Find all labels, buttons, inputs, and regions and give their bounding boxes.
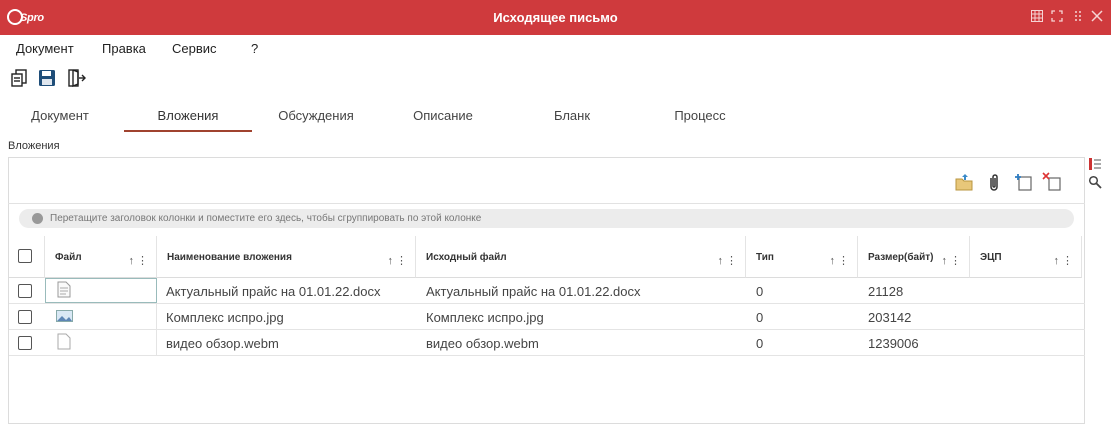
group-panel[interactable]: Перетащите заголовок колонки и поместите… bbox=[19, 209, 1074, 228]
file-type: 0 bbox=[756, 310, 764, 325]
source-file: Комплекс испро.jpg bbox=[426, 310, 544, 325]
row-checkbox[interactable] bbox=[18, 310, 32, 324]
close-icon[interactable] bbox=[1090, 10, 1104, 24]
tab-discussions[interactable]: Обсуждения bbox=[270, 108, 362, 123]
exit-icon[interactable] bbox=[67, 69, 87, 88]
search-icon[interactable] bbox=[1088, 175, 1102, 189]
menu-service[interactable]: Сервис bbox=[172, 41, 217, 56]
select-all-checkbox[interactable] bbox=[18, 249, 32, 263]
file-size: 21128 bbox=[868, 284, 904, 299]
sort-icon[interactable]: ↑ ⋮ bbox=[717, 254, 737, 267]
folder-upload-icon[interactable] bbox=[954, 172, 974, 192]
row-checkbox[interactable] bbox=[18, 284, 32, 298]
tab-process[interactable]: Процесс bbox=[665, 108, 735, 123]
table-row[interactable]: Актуальный прайс на 01.01.22.docx Актуал… bbox=[9, 278, 1085, 304]
file-type: 0 bbox=[756, 284, 764, 299]
active-tab-indicator bbox=[124, 130, 252, 132]
menu-edit[interactable]: Правка bbox=[102, 41, 146, 56]
row-checkbox[interactable] bbox=[18, 336, 32, 350]
column-header-file[interactable]: Файл ↑ ⋮ bbox=[45, 236, 157, 278]
column-header-source[interactable]: Исходный файл ↑ ⋮ bbox=[416, 236, 746, 278]
table-row[interactable]: Комплекс испро.jpg Комплекс испро.jpg 0 … bbox=[9, 304, 1085, 330]
window-title: Исходящее письмо bbox=[493, 10, 618, 25]
tab-description[interactable]: Описание bbox=[404, 108, 482, 123]
section-title: Вложения bbox=[8, 140, 60, 152]
title-bar: Spro Исходящее письмо bbox=[0, 0, 1111, 35]
attachment-name: видео обзор.webm bbox=[166, 336, 279, 351]
column-header-name[interactable]: Наименование вложения ↑ ⋮ bbox=[157, 236, 416, 278]
source-file: видео обзор.webm bbox=[426, 336, 539, 351]
sort-icon[interactable]: ↑ ⋮ bbox=[829, 254, 849, 267]
table-row[interactable]: видео обзор.webm видео обзор.webm 0 1239… bbox=[9, 330, 1085, 356]
sort-icon[interactable]: ↑ ⋮ bbox=[128, 254, 148, 267]
source-file: Актуальный прайс на 01.01.22.docx bbox=[426, 284, 641, 299]
drag-handle-icon[interactable] bbox=[1071, 10, 1085, 24]
delete-attachment-icon[interactable] bbox=[1042, 172, 1062, 192]
column-chooser-icon[interactable] bbox=[1088, 157, 1102, 171]
expand-icon[interactable] bbox=[1050, 10, 1064, 24]
tab-attachments[interactable]: Вложения bbox=[124, 108, 252, 123]
blank-file-icon bbox=[57, 333, 71, 355]
column-header-size[interactable]: Размер(байт) ↑ ⋮ bbox=[858, 236, 970, 278]
header-select-all bbox=[9, 236, 45, 278]
file-size: 203142 bbox=[868, 310, 912, 325]
save-icon[interactable] bbox=[38, 69, 58, 87]
divider bbox=[8, 203, 1085, 204]
attachment-name: Комплекс испро.jpg bbox=[166, 310, 284, 325]
sort-icon[interactable]: ↑ ⋮ bbox=[1053, 254, 1073, 267]
column-header-signature[interactable]: ЭЦП ↑ ⋮ bbox=[970, 236, 1082, 278]
document-new-icon[interactable] bbox=[10, 69, 30, 87]
group-hint: Перетащите заголовок колонки и поместите… bbox=[50, 213, 482, 224]
tab-blank[interactable]: Бланк bbox=[540, 108, 604, 123]
sort-icon[interactable]: ↑ ⋮ bbox=[941, 254, 961, 267]
add-attachment-icon[interactable] bbox=[1013, 172, 1033, 192]
file-type: 0 bbox=[756, 336, 764, 351]
tab-document[interactable]: Документ bbox=[29, 108, 91, 123]
file-size: 1239006 bbox=[868, 336, 919, 351]
grid-icon[interactable] bbox=[1030, 10, 1044, 24]
menu-document[interactable]: Документ bbox=[16, 41, 74, 56]
paperclip-icon[interactable] bbox=[984, 172, 1004, 192]
attachment-name: Актуальный прайс на 01.01.22.docx bbox=[166, 284, 381, 299]
image-file-icon bbox=[56, 309, 73, 327]
menu-help[interactable]: ? bbox=[251, 41, 258, 56]
document-file-icon bbox=[57, 281, 71, 303]
column-header-type[interactable]: Тип ↑ ⋮ bbox=[746, 236, 858, 278]
sort-icon[interactable]: ↑ ⋮ bbox=[387, 254, 407, 267]
info-icon bbox=[32, 213, 43, 224]
